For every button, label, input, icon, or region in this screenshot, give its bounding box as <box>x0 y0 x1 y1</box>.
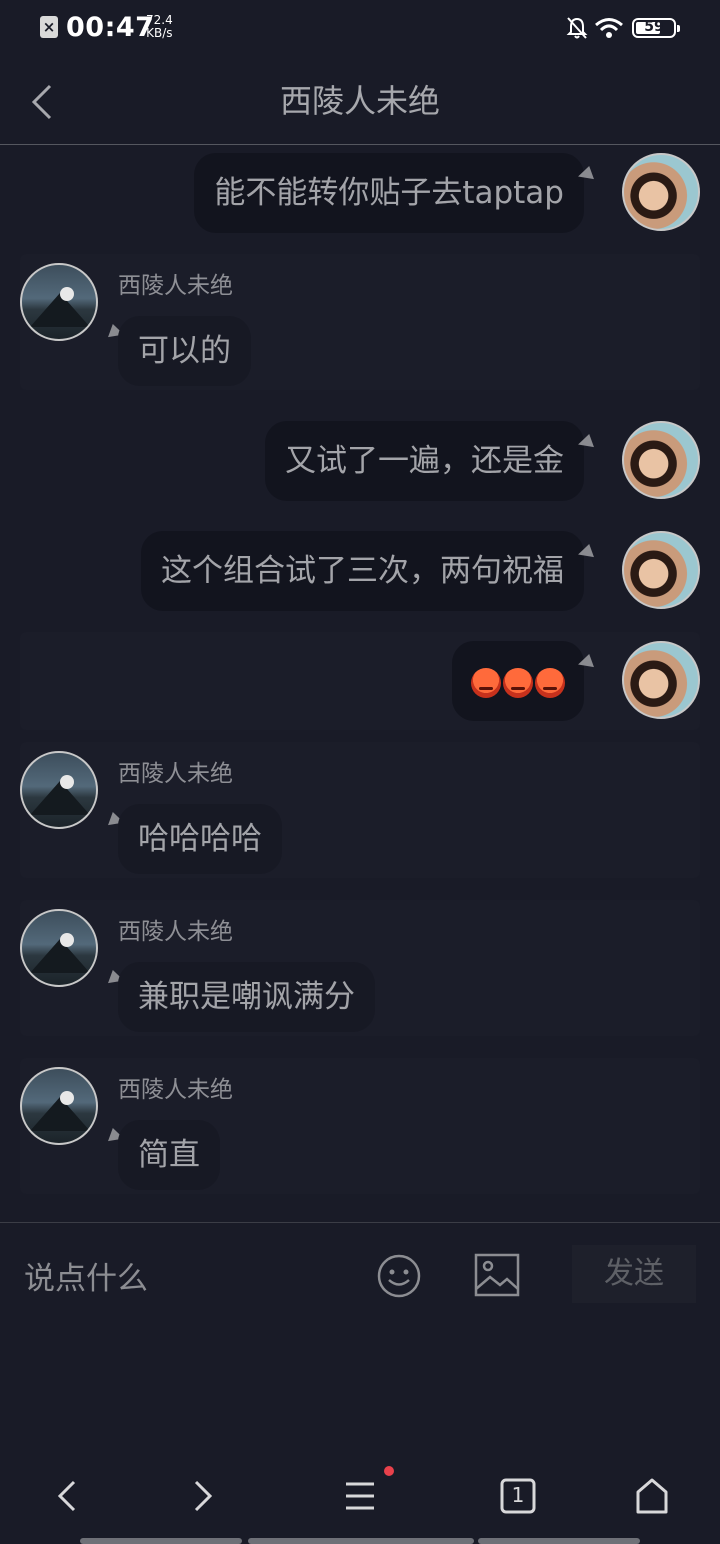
nav-back-icon[interactable] <box>46 1474 90 1518</box>
nav-forward-icon[interactable] <box>180 1474 224 1518</box>
self-avatar[interactable] <box>622 641 700 719</box>
chat-title: 西陵人未绝 <box>279 82 440 120</box>
home-icon[interactable] <box>630 1474 674 1518</box>
wifi-icon <box>595 18 623 38</box>
battery-indicator: 59 <box>632 18 680 38</box>
message-bubble-other[interactable]: 哈哈哈哈 <box>118 804 282 874</box>
message-input-bar: 说点什么 发送 <box>0 1222 720 1323</box>
image-picker-icon[interactable] <box>474 1253 520 1297</box>
message-bubble-other[interactable]: 兼职是嘲讽满分 <box>118 962 375 1032</box>
gesture-handle[interactable] <box>80 1538 242 1544</box>
message-bubble-other[interactable]: 可以的 <box>118 316 251 386</box>
browser-bottom-nav: 1 <box>0 1450 720 1544</box>
message-bubble-other[interactable]: 简直 <box>118 1120 220 1190</box>
send-button[interactable]: 发送 <box>572 1245 696 1303</box>
angry-face-emoji <box>503 667 533 698</box>
menu-icon[interactable] <box>338 1474 382 1518</box>
tab-count: 1 <box>511 1483 525 1507</box>
gesture-handle[interactable] <box>478 1538 640 1544</box>
contact-avatar[interactable] <box>20 1067 98 1145</box>
contact-avatar[interactable] <box>20 751 98 829</box>
notification-icon: × <box>40 16 58 38</box>
network-speed: 72.4 KB/s <box>146 14 173 40</box>
clock: 00:47 <box>66 12 155 43</box>
contact-avatar[interactable] <box>20 263 98 341</box>
self-avatar[interactable] <box>622 421 700 499</box>
gesture-handle[interactable] <box>248 1538 474 1544</box>
sender-name: 西陵人未绝 <box>118 919 233 945</box>
chat-header: 西陵人未绝 <box>0 58 720 145</box>
emoji-picker-icon[interactable] <box>376 1253 422 1299</box>
self-avatar[interactable] <box>622 531 700 609</box>
menu-badge <box>384 1466 394 1476</box>
message-bubble-self[interactable]: 又试了一遍，还是金 <box>265 421 584 501</box>
angry-face-emoji <box>535 667 565 698</box>
message-bubble-emoji[interactable] <box>452 641 584 721</box>
message-input[interactable]: 说点什么 <box>24 1253 148 1298</box>
bell-muted-icon <box>566 17 588 39</box>
sender-name: 西陵人未绝 <box>118 761 233 787</box>
battery-level: 59 <box>644 19 664 35</box>
tabs-button[interactable]: 1 <box>496 1474 540 1518</box>
network-speed-unit: KB/s <box>146 26 173 40</box>
self-avatar[interactable] <box>622 153 700 231</box>
sender-name: 西陵人未绝 <box>118 1077 233 1103</box>
contact-avatar[interactable] <box>20 909 98 987</box>
sender-name: 西陵人未绝 <box>118 273 233 299</box>
message-row-bg <box>20 632 700 730</box>
message-bubble-self[interactable]: 能不能转你贴子去taptap <box>194 153 584 233</box>
message-bubble-self[interactable]: 这个组合试了三次，两句祝福 <box>141 531 584 611</box>
angry-face-emoji <box>471 667 501 698</box>
status-bar: × 00:47 72.4 KB/s 59 <box>0 0 720 58</box>
